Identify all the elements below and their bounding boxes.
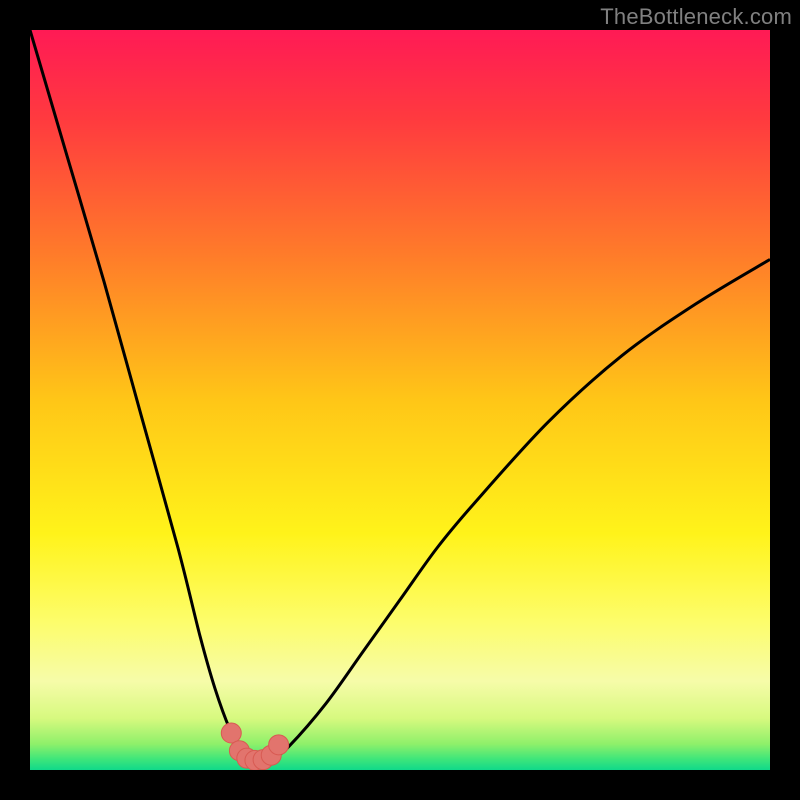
watermark-text: TheBottleneck.com — [600, 4, 792, 30]
chart-frame: TheBottleneck.com — [0, 0, 800, 800]
highlight-dot — [269, 735, 289, 755]
heatmap-background — [30, 30, 770, 770]
bottleneck-chart — [30, 30, 770, 770]
highlight-dot — [221, 723, 241, 743]
plot-area — [30, 30, 770, 770]
